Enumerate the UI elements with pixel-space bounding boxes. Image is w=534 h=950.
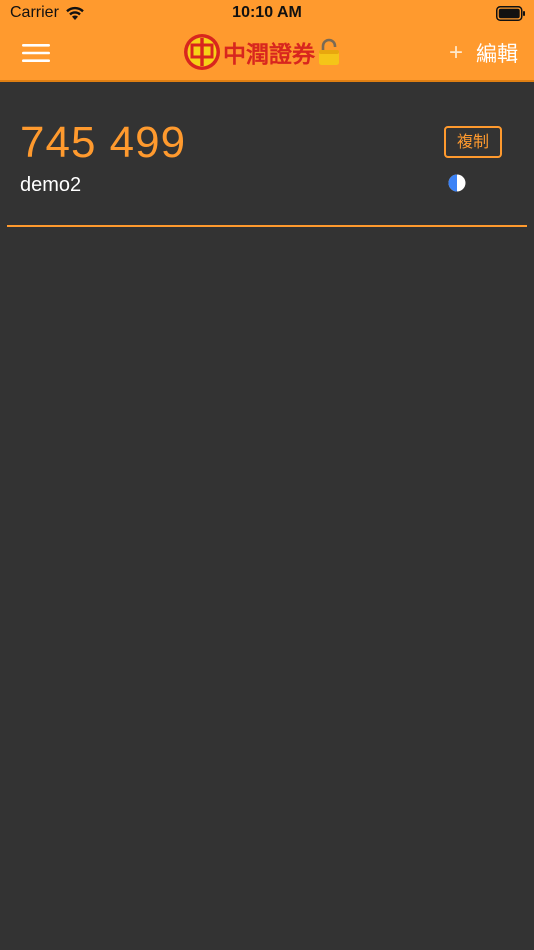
edit-button[interactable]: 編輯 bbox=[476, 40, 518, 68]
row-divider bbox=[7, 225, 527, 227]
list-item[interactable]: 745 499 demo2 複制 bbox=[0, 82, 534, 227]
nav-header: Carrier 10:10 AM 中潤證券 + 編輯 bbox=[0, 0, 534, 80]
countdown-pie-icon bbox=[448, 174, 466, 192]
padlock-icon bbox=[319, 38, 339, 65]
status-clock: 10:10 AM bbox=[232, 4, 302, 21]
zhong-logo-icon bbox=[184, 34, 220, 70]
brand-logo: 中潤證券 bbox=[183, 32, 341, 72]
add-token-button[interactable]: + bbox=[445, 40, 467, 66]
account-name: demo2 bbox=[20, 174, 82, 196]
hamburger-menu-icon[interactable] bbox=[22, 43, 50, 63]
brand-name: 中潤證券 bbox=[223, 42, 315, 68]
copy-button[interactable]: 複制 bbox=[444, 126, 502, 158]
battery-icon bbox=[496, 6, 525, 21]
status-bar: Carrier 10:10 AM bbox=[0, 0, 534, 28]
otp-code: 745 499 bbox=[20, 118, 187, 167]
